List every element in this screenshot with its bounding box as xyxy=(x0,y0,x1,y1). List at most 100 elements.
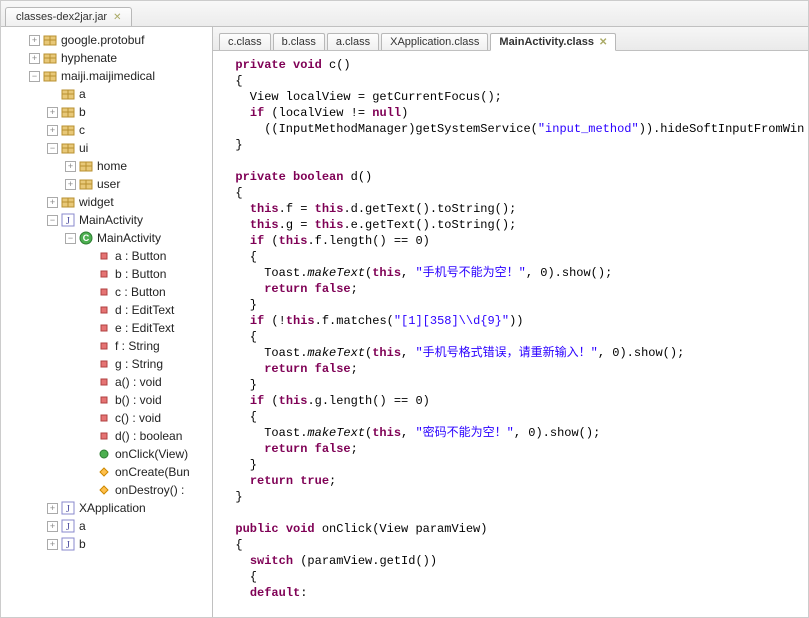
fld-icon xyxy=(96,320,112,336)
tree-item[interactable]: a : Button xyxy=(1,247,212,265)
tree-item[interactable]: −JMainActivity xyxy=(1,211,212,229)
expand-icon[interactable]: + xyxy=(65,161,76,172)
fld-icon xyxy=(96,338,112,354)
tree-item[interactable]: onClick(View) xyxy=(1,445,212,463)
tree-item[interactable]: +b xyxy=(1,103,212,121)
collapse-icon[interactable]: − xyxy=(47,215,58,226)
expand-icon[interactable]: + xyxy=(29,53,40,64)
tree-item[interactable]: g : String xyxy=(1,355,212,373)
close-icon[interactable]: ✕ xyxy=(113,12,121,23)
tree-item-label: onDestroy() : xyxy=(115,483,184,497)
tree-item[interactable]: +c xyxy=(1,121,212,139)
tree-item[interactable]: +Ja xyxy=(1,517,212,535)
fld-icon xyxy=(96,248,112,264)
tree-item-label: a xyxy=(79,519,86,533)
expand-icon[interactable]: + xyxy=(29,35,40,46)
twisty-spacer xyxy=(83,377,94,388)
collapse-icon[interactable]: − xyxy=(47,143,58,154)
code-editor[interactable]: private void c() { View localView = getC… xyxy=(213,51,808,617)
cls-icon: C xyxy=(78,230,94,246)
tree-item[interactable]: +JXApplication xyxy=(1,499,212,517)
tree-item[interactable]: a() : void xyxy=(1,373,212,391)
expand-icon[interactable]: + xyxy=(65,179,76,190)
tree-item-label: b xyxy=(79,537,86,551)
expand-icon[interactable]: + xyxy=(47,539,58,550)
java-icon: J xyxy=(60,536,76,552)
tree-item-label: user xyxy=(97,177,120,191)
java-icon: J xyxy=(60,500,76,516)
tree-item[interactable]: +hyphenate xyxy=(1,49,212,67)
pkg-icon xyxy=(60,194,76,210)
collapse-icon[interactable]: − xyxy=(29,71,40,82)
tree-item[interactable]: +widget xyxy=(1,193,212,211)
tree-item[interactable]: onCreate(Bun xyxy=(1,463,212,481)
close-icon[interactable]: ✕ xyxy=(599,37,607,48)
twisty-spacer xyxy=(83,449,94,460)
expand-icon[interactable]: + xyxy=(47,521,58,532)
pkg-icon xyxy=(60,140,76,156)
svg-text:C: C xyxy=(83,233,90,243)
tree-item[interactable]: + home xyxy=(1,157,212,175)
top-tab-bar: classes-dex2jar.jar ✕ xyxy=(1,1,808,27)
tree-item[interactable]: e : EditText xyxy=(1,319,212,337)
tree-item-label: c() : void xyxy=(115,411,161,425)
tree-item[interactable]: + user xyxy=(1,175,212,193)
tree-item[interactable]: −CMainActivity xyxy=(1,229,212,247)
editor-tab[interactable]: MainActivity.class ✕ xyxy=(490,33,616,51)
editor-tab-label: MainActivity.class xyxy=(499,36,594,48)
tree-item[interactable]: +google.protobuf xyxy=(1,31,212,49)
tree-item-label: g : String xyxy=(115,357,163,371)
tree-item[interactable]: onDestroy() : xyxy=(1,481,212,499)
tree-item-label: d() : boolean xyxy=(115,429,182,443)
tree-item-label: c xyxy=(79,123,85,137)
twisty-spacer xyxy=(83,485,94,496)
tree-item-label: d : EditText xyxy=(115,303,174,317)
package-tree[interactable]: +google.protobuf+hyphenate−maiji.maijime… xyxy=(1,27,213,617)
editor-tab[interactable]: b.class xyxy=(273,33,325,50)
pkg-icon xyxy=(60,86,76,102)
twisty-spacer xyxy=(83,269,94,280)
editor-tab-label: b.class xyxy=(282,36,316,48)
twisty-spacer xyxy=(83,467,94,478)
editor-tab[interactable]: c.class xyxy=(219,33,271,50)
tree-item[interactable]: c() : void xyxy=(1,409,212,427)
tree-item[interactable]: b() : void xyxy=(1,391,212,409)
tree-item-label: a xyxy=(79,87,86,101)
tree-item-label: XApplication xyxy=(79,501,146,515)
expand-icon[interactable]: + xyxy=(47,107,58,118)
ide-window: classes-dex2jar.jar ✕ +google.protobuf+h… xyxy=(0,0,809,618)
tree-item[interactable]: −maiji.maijimedical xyxy=(1,67,212,85)
mpu-icon xyxy=(96,446,112,462)
editor-tab[interactable]: a.class xyxy=(327,33,379,50)
twisty-spacer xyxy=(83,287,94,298)
svg-text:J: J xyxy=(66,540,70,551)
tree-item[interactable]: d() : boolean xyxy=(1,427,212,445)
tree-item-label: home xyxy=(97,159,127,173)
tree-item[interactable]: d : EditText xyxy=(1,301,212,319)
expand-icon[interactable]: + xyxy=(47,125,58,136)
collapse-icon[interactable]: − xyxy=(65,233,76,244)
project-tab-label: classes-dex2jar.jar xyxy=(16,11,107,23)
twisty-spacer xyxy=(83,413,94,424)
tree-item[interactable]: + Jb xyxy=(1,535,212,553)
expand-icon[interactable]: + xyxy=(47,503,58,514)
twisty-spacer xyxy=(83,251,94,262)
editor-tab-label: XApplication.class xyxy=(390,36,479,48)
twisty-spacer xyxy=(47,89,58,100)
tree-item[interactable]: c : Button xyxy=(1,283,212,301)
tree-item[interactable]: a xyxy=(1,85,212,103)
tree-item-label: ui xyxy=(79,141,88,155)
pkg-icon xyxy=(60,104,76,120)
tree-item-label: MainActivity xyxy=(79,213,143,227)
expand-icon[interactable]: + xyxy=(47,197,58,208)
fld-icon xyxy=(96,266,112,282)
tree-item[interactable]: b : Button xyxy=(1,265,212,283)
tree-item[interactable]: f : String xyxy=(1,337,212,355)
editor-tab[interactable]: XApplication.class xyxy=(381,33,488,50)
tree-item[interactable]: − ui xyxy=(1,139,212,157)
tree-item-label: b : Button xyxy=(115,267,166,281)
twisty-spacer xyxy=(83,305,94,316)
tree-item-label: a : Button xyxy=(115,249,166,263)
project-tab[interactable]: classes-dex2jar.jar ✕ xyxy=(5,7,132,26)
pkg-icon xyxy=(78,176,94,192)
